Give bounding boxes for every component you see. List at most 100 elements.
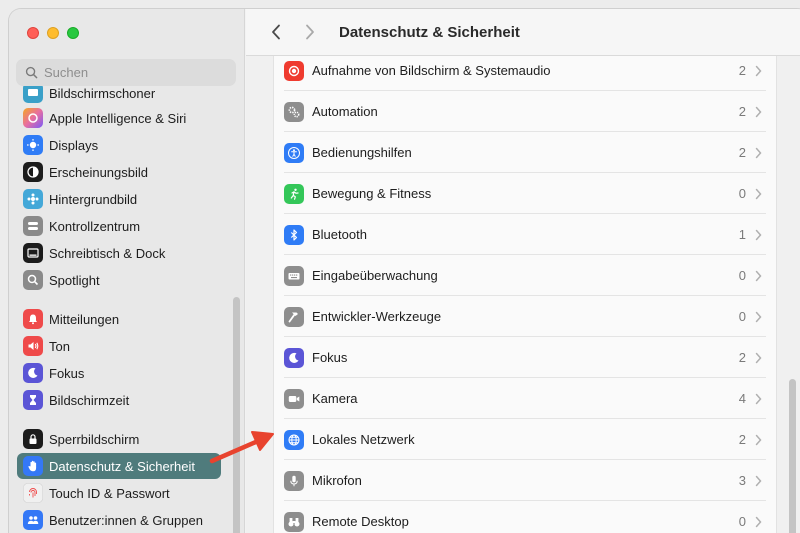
binoculars-icon xyxy=(284,511,304,532)
appearance-icon xyxy=(23,162,43,182)
list-row-remote-desktop[interactable]: Remote Desktop 0 xyxy=(274,501,776,533)
sidebar-item-spotlight[interactable]: Spotlight xyxy=(17,267,221,293)
users-icon xyxy=(23,510,43,530)
row-count: 2 xyxy=(738,63,746,78)
search-input[interactable] xyxy=(44,65,224,80)
moon-icon xyxy=(284,347,304,368)
chevron-right-icon xyxy=(755,188,762,199)
screen-record-icon xyxy=(284,60,304,81)
row-label: Lokales Netzwerk xyxy=(312,432,415,447)
list-row-camera[interactable]: Kamera 4 xyxy=(274,378,776,419)
screen-time-icon xyxy=(23,390,43,410)
row-label: Automation xyxy=(312,104,378,119)
search-icon xyxy=(25,66,38,79)
row-count: 4 xyxy=(738,391,746,406)
row-label: Eingabeüberwachung xyxy=(312,268,438,283)
chevron-right-icon xyxy=(755,65,762,76)
fitness-icon xyxy=(284,183,304,204)
list-row-accessibility[interactable]: Bedienungshilfen 2 xyxy=(274,132,776,173)
privacy-list: Aufnahme von Bildschirm & Systemaudio 2 … xyxy=(274,39,776,533)
chevron-right-icon xyxy=(755,516,762,527)
chevron-right-icon xyxy=(755,311,762,322)
display-icon xyxy=(23,135,43,155)
close-window-button[interactable] xyxy=(27,27,39,39)
hand-icon xyxy=(23,456,43,476)
list-row-bluetooth[interactable]: Bluetooth 1 xyxy=(274,214,776,255)
control-center-icon xyxy=(23,216,43,236)
row-label: Aufnahme von Bildschirm & Systemaudio xyxy=(312,63,551,78)
sidebar-item-bildschirmzeit[interactable]: Bildschirmzeit xyxy=(17,387,221,413)
chevron-right-icon xyxy=(306,24,314,40)
row-label: Fokus xyxy=(312,350,348,365)
chevron-right-icon xyxy=(755,393,762,404)
sidebar-item-kontrollzentrum[interactable]: Kontrollzentrum xyxy=(17,213,221,239)
row-label: Kamera xyxy=(312,391,358,406)
row-label: Bewegung & Fitness xyxy=(312,186,432,201)
microphone-icon xyxy=(284,470,304,491)
focus-icon xyxy=(23,363,43,383)
sidebar-item-sperrbildschirm[interactable]: Sperrbildschirm xyxy=(17,426,221,452)
sidebar-item-datenschutz-sicherheit[interactable]: Datenschutz & Sicherheit xyxy=(17,453,221,479)
sidebar-item-label: Touch ID & Passwort xyxy=(49,485,170,501)
sidebar-item-bildschirmschoner[interactable]: Bildschirmschoner xyxy=(17,86,221,106)
chevron-left-icon xyxy=(272,24,280,40)
sidebar-item-label: Kontrollzentrum xyxy=(49,218,141,234)
list-row-microphone[interactable]: Mikrofon 3 xyxy=(274,460,776,501)
accessibility-icon xyxy=(284,142,304,163)
sidebar-item-mitteilungen[interactable]: Mitteilungen xyxy=(17,306,221,332)
sidebar-item-label: Bildschirmschoner xyxy=(49,86,156,101)
row-label: Entwickler-Werkzeuge xyxy=(312,309,442,324)
sidebar-item-label: Displays xyxy=(49,137,99,153)
row-count: 2 xyxy=(738,432,746,447)
sidebar-item-fokus[interactable]: Fokus xyxy=(17,360,221,386)
row-count: 2 xyxy=(738,350,746,365)
list-row-motion-fitness[interactable]: Bewegung & Fitness 0 xyxy=(274,173,776,214)
zoom-window-button[interactable] xyxy=(67,27,79,39)
row-count: 1 xyxy=(738,227,746,242)
sound-icon xyxy=(23,336,43,356)
row-count: 2 xyxy=(738,145,746,160)
chevron-right-icon xyxy=(755,434,762,445)
chevron-right-icon xyxy=(755,270,762,281)
siri-icon xyxy=(23,108,43,128)
list-row-input-monitoring[interactable]: Eingabeüberwachung 0 xyxy=(274,255,776,296)
back-button[interactable] xyxy=(263,19,289,45)
spotlight-icon xyxy=(23,270,43,290)
sidebar-item-erscheinungsbild[interactable]: Erscheinungsbild xyxy=(17,159,221,185)
globe-icon xyxy=(284,429,304,450)
wallpaper-icon xyxy=(23,189,43,209)
list-row-focus[interactable]: Fokus 2 xyxy=(274,337,776,378)
fingerprint-icon xyxy=(23,483,43,503)
list-row-local-network[interactable]: Lokales Netzwerk 2 xyxy=(274,419,776,460)
sidebar-item-ton[interactable]: Ton xyxy=(17,333,221,359)
keyboard-icon xyxy=(284,265,304,286)
dock-icon xyxy=(23,243,43,263)
main-scrollbar[interactable] xyxy=(789,379,796,533)
sidebar-item-hintergrundbild[interactable]: Hintergrundbild xyxy=(17,186,221,212)
sidebar-item-apple-intelligence[interactable]: Apple Intelligence & Siri xyxy=(17,105,221,131)
sidebar-item-label: Apple Intelligence & Siri xyxy=(49,110,187,126)
chevron-right-icon xyxy=(755,352,762,363)
sidebar-item-schreibtisch-dock[interactable]: Schreibtisch & Dock xyxy=(17,240,221,266)
sidebar-item-touch-id[interactable]: Touch ID & Passwort xyxy=(17,480,221,506)
list-row-developer-tools[interactable]: Entwickler-Werkzeuge 0 xyxy=(274,296,776,337)
chevron-right-icon xyxy=(755,106,762,117)
sidebar-item-benutzer-gruppen[interactable]: Benutzer:innen & Gruppen xyxy=(17,507,221,533)
settings-window: Bildschirmschoner Apple Intelligence & S… xyxy=(9,9,800,533)
sidebar-item-label: Ton xyxy=(49,338,70,354)
sidebar-item-label: Erscheinungsbild xyxy=(49,164,149,180)
sidebar-scrollbar[interactable] xyxy=(233,297,240,533)
list-row-screen-recording[interactable]: Aufnahme von Bildschirm & Systemaudio 2 xyxy=(274,50,776,91)
search-field[interactable] xyxy=(16,59,236,86)
sidebar-item-displays[interactable]: Displays xyxy=(17,132,221,158)
main-pane: Datenschutz & Sicherheit Aufnahme von Bi… xyxy=(246,9,800,533)
row-count: 0 xyxy=(738,186,746,201)
list-row-automation[interactable]: Automation 2 xyxy=(274,91,776,132)
chevron-right-icon xyxy=(755,229,762,240)
forward-button[interactable] xyxy=(297,19,323,45)
bluetooth-icon xyxy=(284,224,304,245)
window-controls xyxy=(27,27,79,39)
row-label: Bluetooth xyxy=(312,227,367,242)
minimize-window-button[interactable] xyxy=(47,27,59,39)
sidebar-item-label: Spotlight xyxy=(49,272,100,288)
